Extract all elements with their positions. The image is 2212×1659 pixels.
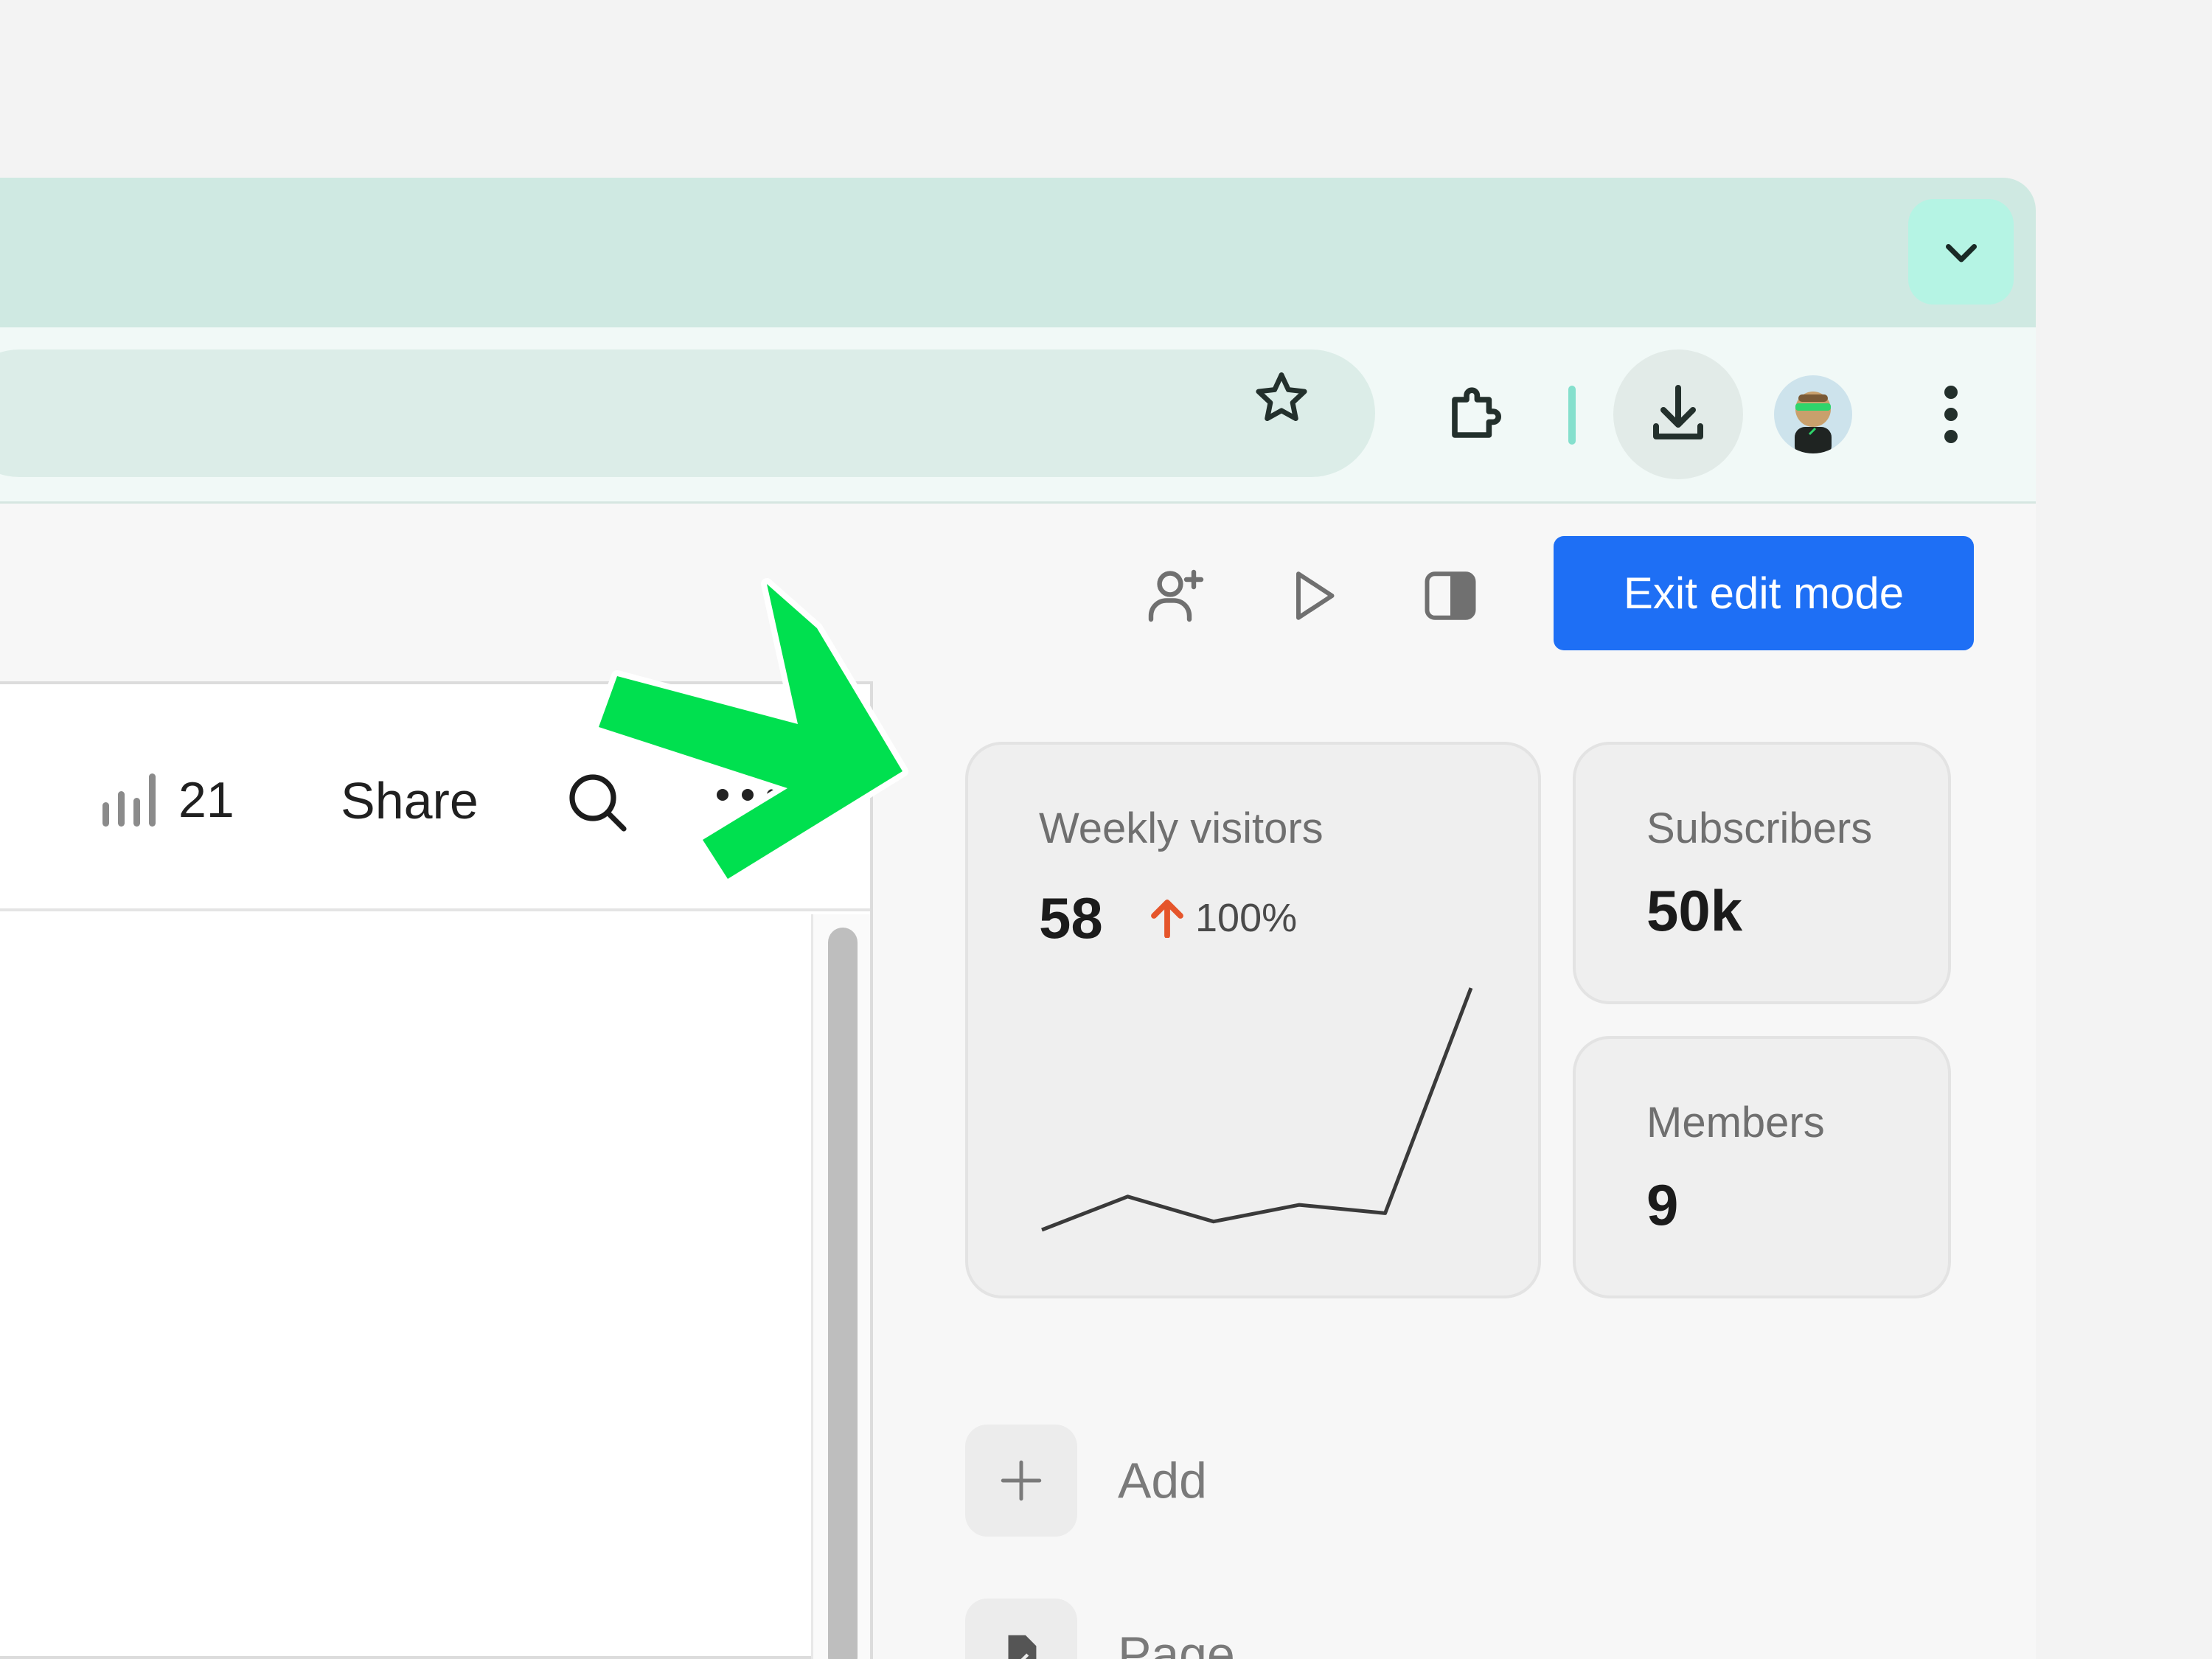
tab-search-button[interactable] — [1908, 199, 2014, 305]
add-person-icon — [1148, 569, 1204, 622]
toolbar-separator — [1568, 386, 1576, 445]
page-icon-box — [965, 1599, 1077, 1659]
kebab-menu-icon — [1944, 386, 1958, 443]
page-label: Page — [1118, 1627, 1235, 1659]
profile-avatar — [1774, 375, 1852, 453]
scrollbar-thumb[interactable] — [828, 928, 858, 1659]
weekly-visitors-sparkline — [1041, 987, 1473, 1232]
scrollbar[interactable] — [811, 914, 870, 1659]
downloads-button[interactable] — [1613, 349, 1743, 479]
invite-button[interactable] — [1135, 555, 1217, 636]
subscribers-value: 50k — [1646, 878, 1743, 943]
add-widget-button[interactable]: Add — [965, 1425, 1207, 1537]
bookmark-button[interactable] — [1246, 363, 1317, 434]
tab-strip — [0, 178, 2036, 327]
download-icon — [1653, 385, 1703, 439]
play-icon — [1296, 571, 1335, 620]
add-label: Add — [1118, 1453, 1207, 1509]
star-icon — [1256, 372, 1307, 421]
add-icon-box — [965, 1425, 1077, 1537]
toggle-sidebar-button[interactable] — [1410, 555, 1491, 636]
dot — [742, 789, 754, 801]
members-label: Members — [1646, 1099, 1825, 1147]
members-card[interactable]: Members 9 — [1573, 1036, 1951, 1298]
views-count: 21 — [178, 772, 234, 828]
browser-toolbar — [0, 327, 2036, 504]
share-button[interactable]: Share — [341, 771, 479, 830]
search-icon — [569, 774, 627, 832]
chevron-down-icon — [1945, 243, 1977, 262]
preview-button[interactable] — [1273, 555, 1354, 636]
address-bar[interactable] — [0, 349, 1375, 477]
members-value: 9 — [1646, 1172, 1679, 1237]
document-header: 21 Share — [0, 684, 870, 911]
dot — [767, 789, 779, 801]
subscribers-card[interactable]: Subscribers 50k — [1573, 742, 1951, 1004]
views-counter[interactable]: 21 — [100, 771, 234, 829]
browser-menu-button[interactable] — [1886, 349, 2016, 479]
puzzle-extension-icon — [1452, 387, 1501, 438]
dot — [717, 789, 728, 801]
plus-icon — [1001, 1460, 1042, 1501]
profile-button[interactable] — [1748, 349, 1878, 479]
subscribers-label: Subscribers — [1646, 804, 1873, 852]
doc-search-button[interactable] — [562, 767, 633, 841]
sparkline-path — [1041, 987, 1473, 1232]
exit-edit-mode-button[interactable]: Exit edit mode — [1554, 536, 1974, 650]
extensions-button[interactable] — [1411, 349, 1540, 479]
weekly-visitors-card[interactable]: Weekly visitors 58 100% — [965, 742, 1541, 1298]
sidebar-toggle-icon — [1425, 571, 1476, 620]
more-options-button[interactable] — [717, 789, 779, 801]
bar-chart-icon — [102, 773, 156, 827]
page-widget-button[interactable]: Page — [965, 1599, 1235, 1659]
document-panel: 21 Share — [0, 681, 873, 1659]
page-icon — [1008, 1635, 1037, 1659]
